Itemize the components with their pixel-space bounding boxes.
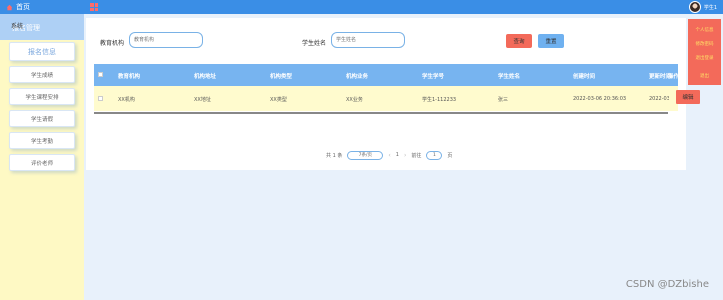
row-checkbox[interactable] <box>98 96 103 101</box>
next-page-button[interactable]: › <box>404 152 406 159</box>
column-header-actions: 操作 <box>668 74 680 80</box>
sidebar-item-course-schedule[interactable]: 学生课程安排 <box>9 88 75 105</box>
sidebar-item-label: 学生请假 <box>30 116 53 123</box>
sidebar-item-label: 评价老师 <box>30 160 53 167</box>
sidebar-item-student-leave[interactable]: 学生请假 <box>9 110 75 127</box>
prev-page-button[interactable]: ‹ <box>388 152 390 159</box>
student-name-input[interactable] <box>331 32 405 48</box>
sidebar-item-label: 学生成绩 <box>30 72 53 79</box>
sidebar-item-label: 报名信息 <box>28 47 56 56</box>
sidebar-item-evaluate-teacher[interactable]: 评价老师 <box>9 154 75 171</box>
cell-student-name: 张三 <box>498 97 509 103</box>
top-navbar: 首页 学生1 <box>0 0 723 14</box>
menu-item-change-password[interactable]: 修改密码 <box>688 41 721 47</box>
column-header: 创建时间 <box>573 74 596 80</box>
current-page[interactable]: 1 <box>396 152 399 158</box>
cell-student-id: 学生1-112233 <box>422 97 457 103</box>
main-panel: 教育机构 学生姓名 查询 重置 教育机构 机构地址 机构类型 机构业务 学生学号… <box>86 18 700 170</box>
column-header: 机构类型 <box>270 74 293 80</box>
user-menu-trigger[interactable]: 学生1 <box>688 0 717 14</box>
column-header: 学生学号 <box>422 74 445 80</box>
sidebar-item-label: 学生考勤 <box>30 138 53 145</box>
column-header: 学生姓名 <box>498 74 521 80</box>
user-dropdown-menu: 个人信息 修改密码 退出登录 退出 <box>688 19 721 85</box>
sidebar-header[interactable]: 报名管理 系统 <box>0 14 84 40</box>
column-header: 教育机构 <box>118 74 141 80</box>
edit-button[interactable]: 编辑 <box>676 90 700 104</box>
institution-input[interactable] <box>129 32 203 48</box>
pagination: 共 1 条 7条/页 ‹ 1 › 前往 1 页 <box>326 150 452 160</box>
menu-item-exit[interactable]: 退出 <box>688 73 721 79</box>
menu-grid-icon[interactable] <box>90 3 98 11</box>
table-header: 教育机构 机构地址 机构类型 机构业务 学生学号 学生姓名 创建时间 更新时间 … <box>94 64 680 86</box>
cell-address: XX地址 <box>194 97 211 103</box>
sidebar-group-overlay: 系统 <box>11 23 24 30</box>
cell-updated-at: 2022-03-06 20:36:03 <box>649 96 669 102</box>
table-row: XX机构 XX地址 XX类型 XX业务 学生1-112233 张三 2022-0… <box>94 86 700 111</box>
menu-item-profile[interactable]: 个人信息 <box>688 27 721 33</box>
page-size-select[interactable]: 7条/页 <box>347 150 384 160</box>
user-name: 学生1 <box>703 4 717 11</box>
select-all-checkbox[interactable] <box>98 72 103 77</box>
column-header: 机构业务 <box>346 74 369 80</box>
search-form: 教育机构 学生姓名 查询 重置 <box>86 18 686 64</box>
goto-label: 前往 <box>411 152 422 159</box>
column-header: 机构地址 <box>194 74 217 80</box>
home-link[interactable]: 首页 <box>6 2 30 12</box>
sidebar-item-student-scores[interactable]: 学生成绩 <box>9 66 75 83</box>
student-name-label: 学生姓名 <box>302 40 327 47</box>
reset-button[interactable]: 重置 <box>538 34 564 48</box>
institution-label: 教育机构 <box>100 40 125 47</box>
watermark: CSDN @DZbishe <box>625 279 709 290</box>
page-suffix: 页 <box>447 152 453 159</box>
menu-item-logout[interactable]: 退出登录 <box>688 55 721 61</box>
sidebar-item-registration-info[interactable]: 报名信息 <box>9 42 75 61</box>
sidebar: 报名管理 系统 报名信息 学生成绩 学生课程安排 学生请假 学生考勤 评价老师 <box>0 14 84 300</box>
horizontal-scrollbar[interactable] <box>94 112 668 114</box>
cell-institution: XX机构 <box>118 97 135 103</box>
home-icon <box>6 4 13 10</box>
goto-page-input[interactable]: 1 <box>426 150 443 160</box>
sidebar-item-attendance[interactable]: 学生考勤 <box>9 132 75 149</box>
total-count: 共 1 条 <box>326 152 343 159</box>
query-button[interactable]: 查询 <box>506 34 532 48</box>
avatar <box>688 1 701 13</box>
cell-created-at: 2022-03-06 20:36:03 <box>573 96 627 102</box>
cell-business: XX业务 <box>346 97 363 103</box>
sidebar-item-label: 学生课程安排 <box>25 94 59 101</box>
cell-type: XX类型 <box>270 97 287 103</box>
home-label: 首页 <box>16 3 30 11</box>
